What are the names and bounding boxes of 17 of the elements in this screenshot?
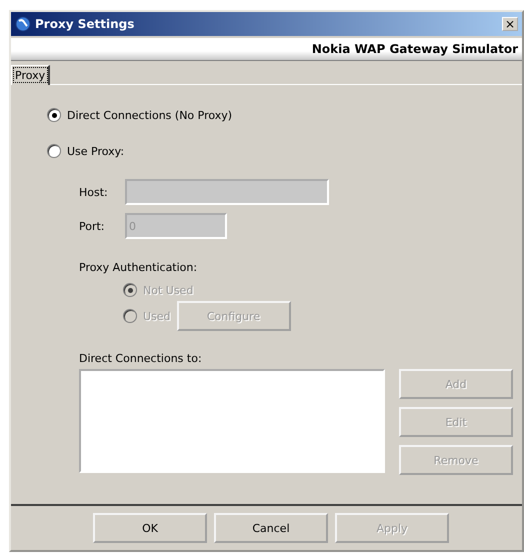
banner-title: Nokia WAP Gateway Simulator: [312, 42, 518, 56]
radio-label: Direct Connections (No Proxy): [67, 108, 232, 122]
globe-icon: [15, 16, 31, 32]
dialog-button[interactable]: Cancel: [214, 513, 328, 543]
tab[interactable]: Proxy: [11, 65, 50, 85]
radio-button[interactable]: [47, 144, 61, 158]
field-label: Host:: [79, 186, 109, 198]
field-label: Port:: [79, 220, 106, 232]
radio-label: Use Proxy:: [67, 144, 124, 158]
radio-button[interactable]: [47, 108, 61, 122]
dialog-button[interactable]: OK: [93, 513, 207, 543]
window-title: Proxy Settings: [35, 17, 136, 31]
radio-label: Used: [143, 310, 171, 322]
radio-label: Not Used: [143, 284, 194, 296]
close-button[interactable]: ×: [502, 17, 518, 31]
section-label: Proxy Authentication:: [79, 261, 198, 274]
list-label: Direct Connections to:: [79, 352, 202, 365]
